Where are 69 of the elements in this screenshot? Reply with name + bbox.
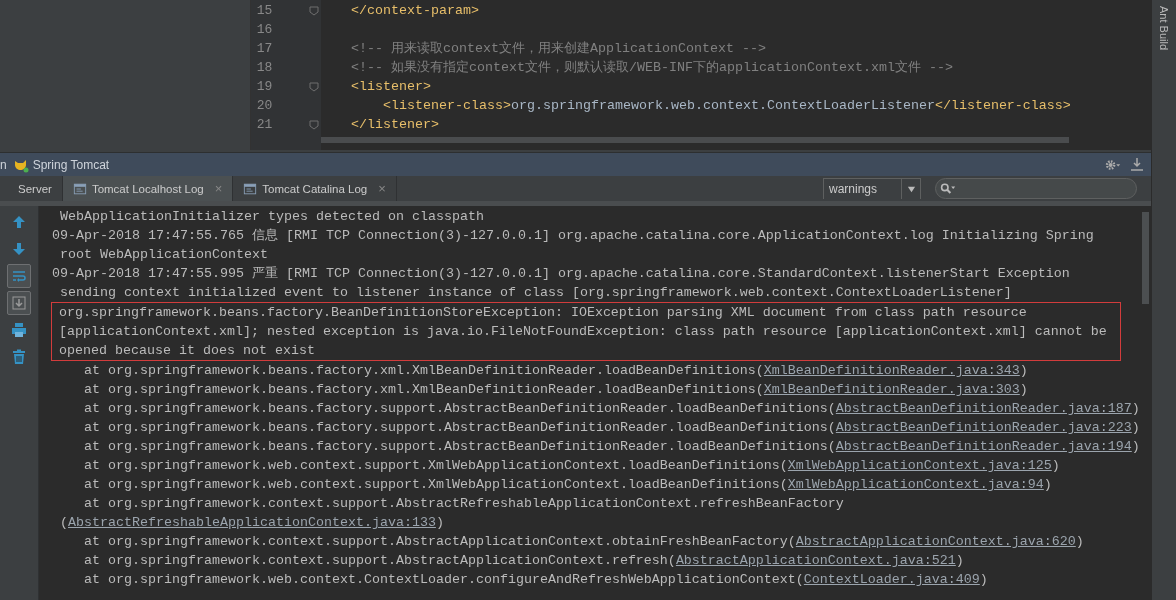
source-link[interactable]: XmlWebApplicationContext.java:125 xyxy=(787,458,1052,473)
log-line: 09-Apr-2018 17:47:55.765 信息 [RMI TCP Connection(3)-127.0.0.1] org.apache.catalina.core.ApplicationContext.log Initializing Spring xyxy=(52,228,1094,243)
log-line: at org.springframework.web.context.support.XmlWebApplicationContext.loadBeanDefinitions(XmlWebApplicationContext.java:125) xyxy=(84,458,1060,473)
source-link[interactable]: AbstractRefreshableApplicationContext.java:133 xyxy=(68,515,436,530)
code-line: <listener-class>org.springframework.web.context.ContextLoaderListener</listener-class> xyxy=(383,98,1071,113)
log-line: at org.springframework.beans.factory.xml.XmlBeanDefinitionReader.loadBeanDefinitions(XmlBeanDefinitionReader.java:303) xyxy=(84,382,1028,397)
log-line: at org.springframework.context.support.AbstractApplicationContext.refresh(AbstractApplicationContext.java:521) xyxy=(84,553,964,568)
line-number: 21 xyxy=(255,117,273,132)
arrow-down-icon xyxy=(11,241,27,257)
code-line: <listener> xyxy=(351,79,431,94)
line-number: 15 xyxy=(255,3,273,18)
log-line: (AbstractRefreshableApplicationContext.java:133) xyxy=(60,515,444,530)
code-line: <!-- 如果没有指定context文件，则默认读取/WEB-INF下的applicationContext.xml文件 --> xyxy=(351,60,953,75)
source-link[interactable]: AbstractBeanDefinitionReader.java:187 xyxy=(835,401,1132,416)
fold-marker-icon[interactable] xyxy=(309,119,319,130)
toolbar-button[interactable] xyxy=(7,291,31,315)
log-line: at org.springframework.beans.factory.support.AbstractBeanDefinitionReader.loadBeanDefinitions(AbstractBeanDefinitionReader.java:223) xyxy=(84,420,1140,435)
source-link[interactable]: XmlWebApplicationContext.java:94 xyxy=(787,477,1044,492)
ant-build-tab[interactable]: Ant Build xyxy=(1158,0,1170,58)
log-window-icon xyxy=(72,181,87,196)
source-link[interactable]: AbstractBeanDefinitionReader.java:194 xyxy=(835,439,1132,454)
log-line: at org.springframework.beans.factory.support.AbstractBeanDefinitionReader.loadBeanDefinitions(AbstractBeanDefinitionReader.java:194) xyxy=(84,439,1140,454)
log-line: at org.springframework.beans.factory.xml.XmlBeanDefinitionReader.loadBeanDefinitions(XmlBeanDefinitionReader.java:343) xyxy=(84,363,1028,378)
log-line: root WebApplicationContext xyxy=(60,247,268,262)
line-number: 16 xyxy=(255,22,273,37)
toolbar-button[interactable] xyxy=(7,264,31,288)
log-line: 09-Apr-2018 17:47:55.995 严重 [RMI TCP Connection(3)-127.0.0.1] org.apache.catalina.core.StandardContext.listenerStart Exception xyxy=(52,266,1070,281)
tab[interactable]: Tomcat Localhost Log × xyxy=(62,176,234,201)
log-line: WebApplicationInitializer types detected on classpath xyxy=(60,209,484,224)
source-link[interactable]: XmlBeanDefinitionReader.java:343 xyxy=(763,363,1020,378)
log-line: org.springframework.beans.factory.BeanDefinitionStoreException: IOException parsing XML document from class path resource xyxy=(59,305,1027,320)
tool-window-name: n xyxy=(0,157,7,172)
caret-icon xyxy=(906,184,916,194)
arrow-up-icon xyxy=(11,214,27,230)
code-line: <!-- 用来读取context文件，用来创建ApplicationContext --> xyxy=(351,41,766,56)
print-icon xyxy=(11,322,27,338)
fold-marker-icon[interactable] xyxy=(309,81,319,92)
filter-dropdown[interactable]: warnings xyxy=(823,178,921,199)
line-number: 18 xyxy=(255,60,273,75)
log-line: at org.springframework.context.support.AbstractRefreshableApplicationContext.refreshBeanFactory xyxy=(84,496,844,511)
line-number: 20 xyxy=(255,98,273,113)
search-field[interactable] xyxy=(935,178,1137,199)
log-line: at org.springframework.beans.factory.support.AbstractBeanDefinitionReader.loadBeanDefinitions(AbstractBeanDefinitionReader.java:187) xyxy=(84,401,1140,416)
log-line: at org.springframework.web.context.ContextLoader.configureAndRefreshWebApplicationContext(ContextLoader.java:409) xyxy=(84,572,988,587)
line-number: 19 xyxy=(255,79,273,94)
log-line: at org.springframework.web.context.support.XmlWebApplicationContext.loadBeanDefinitions(XmlWebApplicationContext.java:94) xyxy=(84,477,1052,492)
log-line: sending context initialized event to listener instance of class [org.springframework.web.context.ContextLoaderListener] xyxy=(60,285,1012,300)
source-link[interactable]: AbstractApplicationContext.java:521 xyxy=(675,553,956,568)
scrollbar-thumb[interactable] xyxy=(321,137,1069,143)
log-line: opened because it does not exist xyxy=(59,343,315,358)
fold-marker-icon[interactable] xyxy=(309,5,319,16)
code-line: </listener> xyxy=(351,117,439,132)
arrow-down-bar-icon[interactable] xyxy=(1129,156,1145,173)
scrollbar-thumb[interactable] xyxy=(1142,212,1149,304)
search-icon xyxy=(940,180,956,197)
scroll-to-end-icon xyxy=(11,295,27,311)
source-link[interactable]: XmlBeanDefinitionReader.java:303 xyxy=(763,382,1020,397)
source-link[interactable]: AbstractApplicationContext.java:620 xyxy=(795,534,1076,549)
tool-window-title: Spring Tomcat xyxy=(32,157,110,172)
soft-wrap-icon xyxy=(11,268,27,284)
close-button[interactable]: × xyxy=(378,181,386,196)
source-link[interactable]: AbstractBeanDefinitionReader.java:223 xyxy=(835,420,1132,435)
log-line: at org.springframework.context.support.AbstractApplicationContext.obtainFreshBeanFactory(AbstractApplicationContext.java:620) xyxy=(84,534,1084,549)
code-line: </context-param> xyxy=(351,3,479,18)
source-link[interactable]: ContextLoader.java:409 xyxy=(803,572,980,587)
line-number: 17 xyxy=(255,41,273,56)
log-line: [applicationContext.xml]; nested exception is java.io.FileNotFoundException: class path resource [applicationContext.xml] cannot be xyxy=(59,324,1107,339)
log-window-icon xyxy=(243,181,258,196)
trash-icon xyxy=(11,349,27,365)
